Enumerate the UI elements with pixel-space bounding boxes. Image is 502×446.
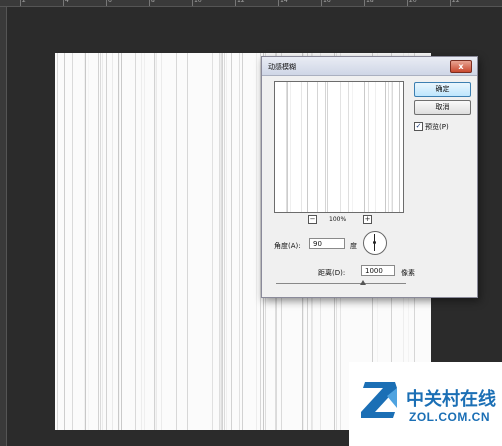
- ok-button[interactable]: 确定: [414, 82, 471, 97]
- top-ruler: 2 4 6 8 10 12 14 16 18 20 22: [0, 0, 502, 7]
- distance-label: 距离(D):: [318, 269, 346, 277]
- ruler-number: 12: [237, 0, 245, 4]
- dialog-title: 动感模糊: [268, 63, 296, 71]
- blur-streak: [88, 53, 89, 430]
- blur-streak: [106, 53, 107, 430]
- blur-streak: [98, 53, 99, 430]
- ruler-number: 6: [108, 0, 112, 4]
- blur-streak: [57, 53, 58, 430]
- blur-streak: [364, 82, 365, 212]
- watermark-domain: ZOL.COM.CN: [409, 410, 490, 424]
- left-ruler: [0, 7, 7, 446]
- blur-streak: [121, 53, 122, 430]
- blur-streak: [100, 53, 101, 430]
- zoom-level: 100%: [329, 216, 347, 223]
- angle-input[interactable]: 90: [309, 238, 345, 249]
- ruler-number: 18: [366, 0, 374, 4]
- blur-streak: [72, 53, 73, 430]
- blur-streak: [239, 53, 240, 430]
- blur-streak: [118, 53, 119, 430]
- zoom-in-button[interactable]: +: [363, 215, 372, 224]
- ruler-tick: [235, 0, 236, 6]
- blur-streak: [385, 82, 386, 212]
- ruler-number: 10: [194, 0, 202, 4]
- ruler-number: 2: [22, 0, 26, 4]
- motion-blur-dialog: 动感模糊 x − 100% + 确定 取消 ✓ 预览(P) 角度(A): 90 …: [261, 56, 478, 298]
- ruler-number: 22: [452, 0, 460, 4]
- blur-streak: [392, 82, 393, 212]
- filter-preview[interactable]: [274, 81, 404, 213]
- angle-dial-center: [373, 241, 376, 244]
- ruler-tick: [106, 0, 107, 6]
- ruler-tick: [450, 0, 451, 6]
- blur-streak: [290, 82, 291, 212]
- blur-streak: [242, 53, 243, 430]
- blur-streak: [102, 53, 103, 430]
- ruler-number: 4: [65, 0, 69, 4]
- blur-streak: [340, 82, 341, 212]
- blur-streak: [231, 53, 232, 430]
- blur-streak: [399, 82, 400, 212]
- blur-streak: [85, 53, 86, 430]
- zoom-out-button[interactable]: −: [308, 215, 317, 224]
- angle-label: 角度(A):: [274, 242, 301, 250]
- distance-input[interactable]: 1000: [361, 265, 395, 276]
- blur-streak: [156, 53, 157, 430]
- zol-watermark: 中关村在线 ZOL.COM.CN: [349, 362, 502, 446]
- blur-streak: [317, 82, 318, 212]
- ruler-number: 14: [280, 0, 288, 4]
- blur-streak: [325, 82, 326, 212]
- angle-dial[interactable]: [363, 231, 387, 255]
- blur-streak: [327, 82, 328, 212]
- blur-streak: [348, 82, 349, 212]
- distance-slider-thumb[interactable]: [360, 280, 366, 285]
- ruler-tick: [63, 0, 64, 6]
- ruler-tick: [321, 0, 322, 6]
- ruler-tick: [192, 0, 193, 6]
- blur-streak: [144, 53, 145, 430]
- blur-streak: [307, 82, 308, 212]
- blur-streak: [161, 53, 162, 430]
- blur-streak: [220, 53, 221, 430]
- ruler-tick: [407, 0, 408, 6]
- ruler-number: 20: [409, 0, 417, 4]
- ruler-number: 8: [151, 0, 155, 4]
- zoom-controls: − 100% +: [308, 215, 378, 225]
- blur-streak: [112, 53, 113, 430]
- angle-unit: 度: [350, 242, 357, 250]
- blur-streak: [256, 53, 257, 430]
- ruler-number: 16: [323, 0, 331, 4]
- blur-streak: [352, 82, 353, 212]
- distance-slider[interactable]: [276, 280, 406, 285]
- cancel-button[interactable]: 取消: [414, 100, 471, 115]
- blur-streak: [375, 82, 376, 212]
- ruler-tick: [364, 0, 365, 6]
- blur-streak: [135, 53, 136, 430]
- blur-streak: [155, 53, 156, 430]
- blur-streak: [64, 53, 65, 430]
- blur-streak: [119, 53, 120, 430]
- watermark-chinese-name: 中关村在线: [406, 389, 496, 410]
- blur-streak: [226, 53, 227, 430]
- distance-row: 距离(D): 1000 像素: [318, 265, 438, 279]
- blur-streak: [187, 53, 188, 430]
- dialog-titlebar[interactable]: 动感模糊 x: [262, 57, 477, 76]
- close-button[interactable]: x: [450, 60, 472, 73]
- blur-streak: [224, 53, 225, 430]
- distance-unit: 像素: [401, 269, 415, 277]
- ruler-tick: [278, 0, 279, 6]
- blur-streak: [301, 82, 302, 212]
- blur-streak: [141, 53, 142, 430]
- ruler-tick: [149, 0, 150, 6]
- ruler-tick: [20, 0, 21, 6]
- blur-streak: [222, 53, 223, 430]
- blur-streak: [287, 82, 288, 212]
- blur-streak: [368, 82, 369, 212]
- zol-logo-icon: [361, 382, 397, 418]
- preview-checkbox[interactable]: ✓: [414, 122, 423, 131]
- blur-streak: [388, 82, 389, 212]
- blur-streak: [176, 53, 177, 430]
- blur-streak: [212, 53, 213, 430]
- preview-checkbox-label: 预览(P): [425, 123, 449, 131]
